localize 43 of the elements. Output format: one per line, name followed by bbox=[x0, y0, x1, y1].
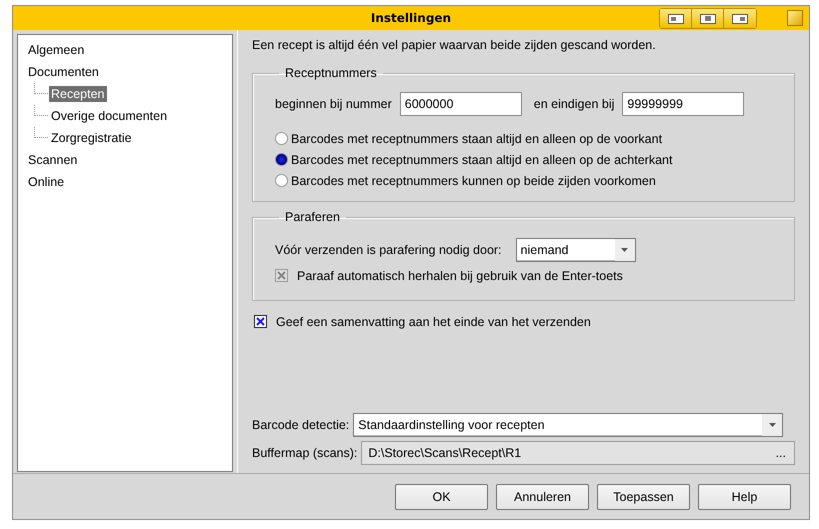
title-bar-button[interactable] bbox=[660, 9, 692, 28]
group-title: Paraferen bbox=[284, 210, 341, 224]
dropdown[interactable]: niemand bbox=[516, 238, 636, 262]
radio-button[interactable] bbox=[275, 132, 288, 145]
radio-label[interactable]: Barcodes met receptnummers kunnen op beide zijden voorkomen bbox=[291, 174, 656, 188]
dialog-button[interactable]: OK bbox=[395, 484, 488, 510]
tree-item[interactable]: Scannen bbox=[26, 152, 80, 168]
field-label: Buffermap (scans): bbox=[252, 446, 358, 460]
field-label: en eindigen bij bbox=[534, 97, 614, 111]
dialog-button[interactable]: Toepassen bbox=[597, 484, 690, 510]
title-bar-button[interactable] bbox=[692, 9, 724, 28]
title-bar-button[interactable] bbox=[724, 9, 756, 28]
input-field[interactable]: 6000000 bbox=[400, 92, 522, 116]
tree-item[interactable]: Recepten bbox=[49, 86, 107, 102]
radio-label[interactable]: Barcodes met receptnummers staan altijd en alleen op de voorkant bbox=[291, 132, 662, 146]
field-label: beginnen bij nummer bbox=[275, 97, 392, 111]
tree-item[interactable]: Documenten bbox=[26, 64, 101, 80]
field-label: Vóór verzenden is parafering nodig door: bbox=[275, 243, 502, 257]
dropdown[interactable]: Standaardinstelling voor recepten bbox=[353, 413, 784, 437]
radio-button[interactable] bbox=[275, 153, 288, 166]
window-icon bbox=[700, 12, 716, 24]
window-icon bbox=[732, 12, 748, 24]
dialog-button[interactable]: Annuleren bbox=[496, 484, 589, 510]
radio-label[interactable]: Barcodes met receptnummers staan altijd en alleen op de achterkant bbox=[291, 152, 672, 166]
input-field[interactable]: 99999999 bbox=[622, 92, 744, 116]
browse-button[interactable]: ... bbox=[776, 446, 786, 460]
group-title: Receptnummers bbox=[284, 66, 378, 80]
caret-icon bbox=[621, 248, 628, 252]
dialog-button[interactable]: Help bbox=[698, 484, 791, 510]
checkbox[interactable] bbox=[254, 315, 267, 328]
tree-item[interactable]: Online bbox=[26, 174, 66, 190]
tree-item[interactable]: Algemeen bbox=[26, 42, 86, 58]
window-icon bbox=[668, 12, 684, 24]
radio-button[interactable] bbox=[275, 174, 288, 187]
window-button[interactable] bbox=[787, 10, 803, 26]
intro-text: Een recept is altijd één vel papier waarvan beide zijden gescand worden. bbox=[252, 38, 657, 52]
field-label: Barcode detectie: bbox=[252, 418, 350, 432]
caret-icon bbox=[768, 423, 776, 427]
checkbox-label[interactable]: Geef een samenvatting aan het einde van het verzenden bbox=[276, 314, 591, 328]
tree-item[interactable]: Overige documenten bbox=[49, 108, 170, 124]
window-title: Instellingen bbox=[370, 11, 452, 25]
path-field[interactable]: D:\Storec\Scans\Recept\R1 ... bbox=[361, 441, 795, 465]
tree-item[interactable]: Zorgregistratie bbox=[49, 130, 134, 146]
